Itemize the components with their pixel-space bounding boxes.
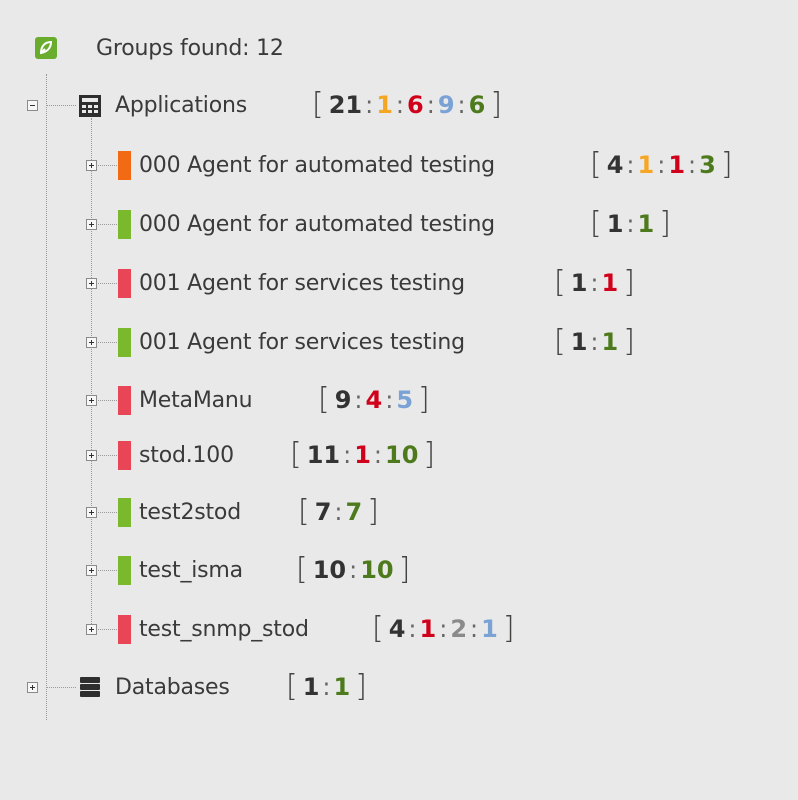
count-total: 11 bbox=[306, 440, 341, 469]
expand-toggle[interactable] bbox=[86, 507, 97, 518]
count-blue: 1 bbox=[481, 614, 498, 643]
expand-toggle[interactable] bbox=[86, 160, 97, 171]
count-green: 7 bbox=[345, 497, 363, 526]
count-red: 6 bbox=[407, 90, 424, 119]
count-red: 1 bbox=[354, 440, 371, 469]
node-label: 000 Agent for automated testing bbox=[139, 152, 495, 178]
count-total: 1 bbox=[606, 209, 624, 238]
collapse-toggle-applications[interactable] bbox=[27, 100, 38, 111]
tree-node-applications[interactable]: Applications bbox=[115, 85, 247, 125]
tree-node[interactable]: 000 Agent for automated testing bbox=[139, 145, 495, 185]
count-red: 4 bbox=[365, 385, 383, 414]
tree-connector-databases bbox=[46, 687, 76, 688]
count-total: 4 bbox=[606, 150, 624, 179]
count-blue: 5 bbox=[396, 385, 414, 414]
tree-node-databases[interactable]: Databases bbox=[115, 667, 230, 707]
count-total: 10 bbox=[312, 555, 347, 584]
count-orange: 1 bbox=[376, 90, 393, 119]
count-green: 6 bbox=[468, 90, 486, 119]
node-label-applications: Applications bbox=[115, 92, 247, 118]
status-indicator-red bbox=[118, 441, 131, 470]
count-total: 7 bbox=[314, 497, 332, 526]
count-red: 1 bbox=[419, 614, 437, 643]
count-total: 21 bbox=[328, 90, 363, 119]
expand-toggle[interactable] bbox=[86, 624, 97, 635]
expand-toggle-databases[interactable] bbox=[27, 682, 38, 693]
count-green: 1 bbox=[637, 209, 655, 238]
database-icon bbox=[80, 677, 100, 697]
node-counts: [ 7: 7 ] bbox=[298, 494, 379, 529]
tree-node[interactable]: test2stod bbox=[139, 492, 241, 532]
node-label-databases: Databases bbox=[115, 674, 230, 700]
node-counts: [ 11: 1: 10 ] bbox=[290, 437, 436, 472]
node-label: stod.100 bbox=[139, 442, 234, 468]
tree-line-root bbox=[46, 74, 47, 720]
status-indicator-green bbox=[118, 556, 131, 585]
count-total: 1 bbox=[302, 672, 320, 701]
status-indicator-green bbox=[118, 210, 131, 239]
groups-found-text: Groups found: 12 bbox=[96, 28, 284, 68]
node-counts: [ 1: 1 ] bbox=[554, 324, 635, 359]
app-logo-icon bbox=[35, 37, 57, 59]
group-tree: Groups found: 12 Applications [ 21: 1: 6… bbox=[0, 0, 798, 800]
tree-node[interactable]: 000 Agent for automated testing bbox=[139, 204, 495, 244]
tree-node[interactable]: 001 Agent for services testing bbox=[139, 263, 465, 303]
count-green: 10 bbox=[360, 555, 394, 584]
count-green: 3 bbox=[699, 150, 716, 179]
counts-applications: [ 21: 1: 6: 9: 6 ] bbox=[312, 87, 503, 122]
count-red: 1 bbox=[601, 268, 619, 297]
count-green: 1 bbox=[601, 327, 619, 356]
node-counts: [ 9: 4: 5 ] bbox=[318, 382, 430, 417]
tree-node[interactable]: MetaManu bbox=[139, 380, 253, 420]
expand-toggle[interactable] bbox=[86, 395, 97, 406]
tree-connector-applications bbox=[46, 105, 76, 106]
count-green: 10 bbox=[385, 440, 419, 469]
node-label: test_snmp_stod bbox=[139, 616, 309, 642]
count-green: 1 bbox=[333, 672, 351, 701]
expand-toggle[interactable] bbox=[86, 219, 97, 230]
node-counts: [ 1: 1 ] bbox=[590, 206, 671, 241]
calculator-icon bbox=[79, 95, 101, 117]
node-counts: [ 10: 10 ] bbox=[296, 552, 411, 587]
tree-node[interactable]: test_snmp_stod bbox=[139, 609, 309, 649]
count-total: 4 bbox=[388, 614, 406, 643]
status-indicator-green bbox=[118, 498, 131, 527]
groups-found-label: Groups found: 12 bbox=[96, 35, 284, 61]
node-label: MetaManu bbox=[139, 387, 253, 413]
status-indicator-red bbox=[118, 386, 131, 415]
node-label: 001 Agent for services testing bbox=[139, 270, 465, 296]
tree-node[interactable]: stod.100 bbox=[139, 435, 234, 475]
expand-toggle[interactable] bbox=[86, 337, 97, 348]
count-orange: 1 bbox=[637, 150, 655, 179]
node-label: 000 Agent for automated testing bbox=[139, 211, 495, 237]
count-gray: 2 bbox=[450, 614, 468, 643]
count-red: 1 bbox=[668, 150, 686, 179]
tree-node[interactable]: 001 Agent for services testing bbox=[139, 322, 465, 362]
status-indicator-green bbox=[118, 328, 131, 357]
tree-node[interactable]: test_isma bbox=[139, 550, 243, 590]
expand-toggle[interactable] bbox=[86, 450, 97, 461]
node-label: test_isma bbox=[139, 557, 243, 583]
count-total: 1 bbox=[570, 327, 588, 356]
tree-line-applications bbox=[91, 118, 92, 630]
node-counts: [ 4: 1: 2: 1 ] bbox=[372, 611, 515, 646]
node-counts: [ 1: 1 ] bbox=[554, 265, 635, 300]
counts-databases: [ 1: 1 ] bbox=[286, 669, 367, 704]
count-total: 1 bbox=[570, 268, 588, 297]
node-label: 001 Agent for services testing bbox=[139, 329, 465, 355]
expand-toggle[interactable] bbox=[86, 565, 97, 576]
status-indicator-red bbox=[118, 615, 131, 644]
expand-toggle[interactable] bbox=[86, 278, 97, 289]
count-total: 9 bbox=[334, 385, 352, 414]
status-indicator-orange bbox=[118, 151, 131, 180]
status-indicator-red bbox=[118, 269, 131, 298]
node-counts: [ 4: 1: 1: 3 ] bbox=[590, 147, 733, 182]
count-blue: 9 bbox=[437, 90, 455, 119]
node-label: test2stod bbox=[139, 499, 241, 525]
